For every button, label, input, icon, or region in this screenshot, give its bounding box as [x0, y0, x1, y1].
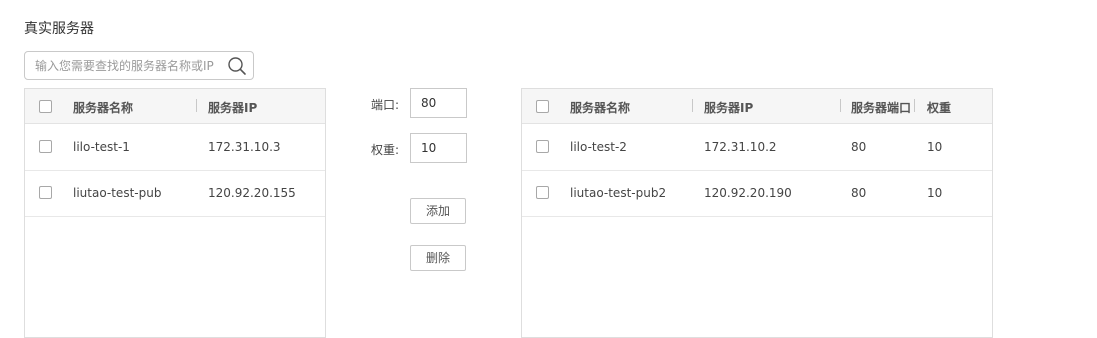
column-header-port[interactable]: 服务器端口 [851, 99, 911, 116]
server-port: 80 [851, 140, 867, 154]
search-box [24, 51, 254, 80]
column-divider [914, 99, 915, 112]
server-port: 80 [851, 186, 867, 200]
table-row[interactable]: lilo-test-1 172.31.10.3 [25, 124, 325, 171]
column-header-ip[interactable]: 服务器IP [704, 99, 753, 116]
row-checkbox[interactable] [536, 140, 549, 153]
server-name: liutao-test-pub2 [570, 186, 667, 200]
available-servers-table: 服务器名称 服务器IP lilo-test-1 172.31.10.3 liut… [24, 88, 326, 338]
column-header-name[interactable]: 服务器名称 [73, 99, 133, 116]
server-name: liutao-test-pub [73, 186, 162, 200]
search-input[interactable] [35, 52, 225, 79]
row-checkbox[interactable] [39, 186, 52, 199]
remove-button[interactable]: 删除 [410, 245, 466, 271]
table-row[interactable]: lilo-test-2 172.31.10.2 80 10 [522, 124, 992, 171]
section-title: 真实服务器 [24, 21, 94, 37]
table-header: 服务器名称 服务器IP 服务器端口 权重 [522, 89, 992, 124]
server-weight: 10 [927, 186, 943, 200]
table-row[interactable]: liutao-test-pub2 120.92.20.190 80 10 [522, 170, 992, 217]
selected-servers-table: 服务器名称 服务器IP 服务器端口 权重 lilo-test-2 172.31.… [521, 88, 993, 338]
port-input[interactable] [410, 88, 467, 118]
server-ip: 120.92.20.155 [208, 186, 296, 200]
column-header-ip[interactable]: 服务器IP [208, 99, 257, 116]
server-name: lilo-test-2 [570, 140, 627, 154]
column-divider [840, 99, 841, 112]
server-ip: 172.31.10.2 [704, 140, 777, 154]
select-all-checkbox[interactable] [39, 100, 52, 113]
column-divider [692, 99, 693, 112]
port-label: 端口: [371, 98, 400, 112]
column-header-weight[interactable]: 权重 [927, 99, 951, 116]
select-all-checkbox[interactable] [536, 100, 549, 113]
add-button[interactable]: 添加 [410, 198, 466, 224]
server-ip: 120.92.20.190 [704, 186, 792, 200]
row-checkbox[interactable] [39, 140, 52, 153]
table-header: 服务器名称 服务器IP [25, 89, 325, 124]
column-divider [196, 99, 197, 112]
weight-label: 权重: [371, 143, 400, 157]
table-row[interactable]: liutao-test-pub 120.92.20.155 [25, 170, 325, 217]
weight-input[interactable] [410, 133, 467, 163]
row-checkbox[interactable] [536, 186, 549, 199]
column-header-name[interactable]: 服务器名称 [570, 99, 630, 116]
server-weight: 10 [927, 140, 943, 154]
server-ip: 172.31.10.3 [208, 140, 281, 154]
search-icon[interactable] [227, 56, 247, 76]
server-name: lilo-test-1 [73, 140, 130, 154]
